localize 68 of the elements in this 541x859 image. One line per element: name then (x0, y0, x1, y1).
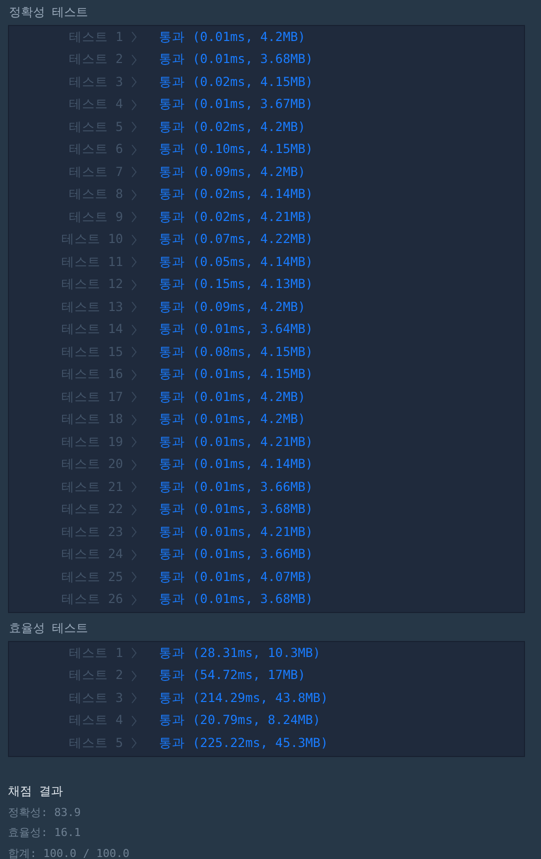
test-result: 통과 (0.09ms, 4.2MB) (159, 298, 306, 316)
section-title: 정확성 테스트 (8, 4, 88, 21)
chevron-icon (131, 166, 137, 178)
chevron-icon (131, 368, 137, 381)
chevron-icon (131, 188, 137, 201)
test-result: 통과 (0.01ms, 3.68MB) (159, 51, 313, 68)
chevron-icon (131, 324, 137, 336)
section-title: 효율성 테스트 (8, 620, 88, 637)
chevron-icon (131, 31, 137, 44)
chevron-icon (131, 594, 137, 606)
test-result: 통과 (0.01ms, 3.64MB) (159, 321, 313, 338)
score-line: 효율성: 16.1 (8, 825, 81, 841)
test-result: 통과 (0.02ms, 4.2MB) (159, 118, 306, 136)
test-result: 통과 (225.22ms, 45.3MB) (159, 734, 328, 752)
test-result: 통과 (0.02ms, 4.21MB) (159, 208, 313, 226)
chevron-icon (131, 481, 137, 494)
test-result: 통과 (0.01ms, 3.66MB) (159, 478, 313, 496)
test-result: 통과 (20.79ms, 8.24MB) (159, 712, 320, 730)
chevron-icon (131, 647, 137, 660)
score-line: 정확성: 83.9 (8, 804, 81, 820)
test-result: 통과 (0.01ms, 3.67MB) (159, 96, 313, 114)
chevron-icon (131, 211, 137, 224)
summary-title: 채점 결과 (8, 782, 64, 800)
test-result: 통과 (0.05ms, 4.14MB) (159, 254, 313, 271)
chevron-icon (131, 737, 137, 750)
chevron-icon (131, 76, 137, 88)
test-result: 통과 (0.02ms, 4.14MB) (159, 186, 313, 204)
test-result: 통과 (214.29ms, 43.8MB) (159, 690, 328, 707)
test-result: 통과 (0.01ms, 4.07MB) (159, 568, 313, 586)
chevron-icon (131, 301, 137, 314)
chevron-icon (131, 571, 137, 584)
chevron-icon (131, 54, 137, 66)
chevron-icon (131, 256, 137, 268)
chevron-icon (131, 391, 137, 404)
chevron-icon (131, 714, 137, 727)
test-result: 통과 (28.31ms, 10.3MB) (159, 644, 320, 662)
test-result: 통과 (0.01ms, 3.68MB) (159, 501, 313, 518)
chevron-icon (131, 234, 137, 246)
chevron-icon (131, 458, 137, 471)
test-result: 통과 (0.01ms, 4.2MB) (159, 28, 306, 46)
test-result: 통과 (0.10ms, 4.15MB) (159, 141, 313, 158)
test-result: 통과 (0.01ms, 4.21MB) (159, 434, 313, 451)
chevron-icon (131, 414, 137, 426)
chevron-icon (131, 526, 137, 538)
test-result: 통과 (0.02ms, 4.15MB) (159, 74, 313, 91)
test-result: 통과 (0.01ms, 4.2MB) (159, 411, 306, 428)
test-result: 통과 (0.01ms, 4.15MB) (159, 366, 313, 384)
test-result: 통과 (0.09ms, 4.2MB) (159, 164, 306, 181)
chevron-icon (131, 98, 137, 111)
chevron-icon (131, 144, 137, 156)
chevron-icon (131, 692, 137, 704)
test-result: 통과 (54.72ms, 17MB) (159, 667, 306, 684)
score-line: 합계: 100.0 / 100.0 (8, 846, 130, 859)
chevron-icon (131, 346, 137, 358)
test-result: 통과 (0.07ms, 4.22MB) (159, 231, 313, 248)
test-result: 통과 (0.01ms, 3.66MB) (159, 546, 313, 564)
test-result: 통과 (0.15ms, 4.13MB) (159, 276, 313, 294)
test-result: 통과 (0.01ms, 3.68MB) (159, 591, 313, 608)
test-result: 통과 (0.08ms, 4.15MB) (159, 344, 313, 361)
chevron-icon (131, 278, 137, 291)
chevron-icon (131, 436, 137, 448)
chevron-icon (131, 121, 137, 134)
chevron-icon (131, 504, 137, 516)
chevron-icon (131, 670, 137, 682)
test-result: 통과 (0.01ms, 4.21MB) (159, 524, 313, 541)
chevron-icon (131, 548, 137, 561)
test-result: 통과 (0.01ms, 4.2MB) (159, 388, 306, 406)
test-result: 통과 (0.01ms, 4.14MB) (159, 456, 313, 474)
